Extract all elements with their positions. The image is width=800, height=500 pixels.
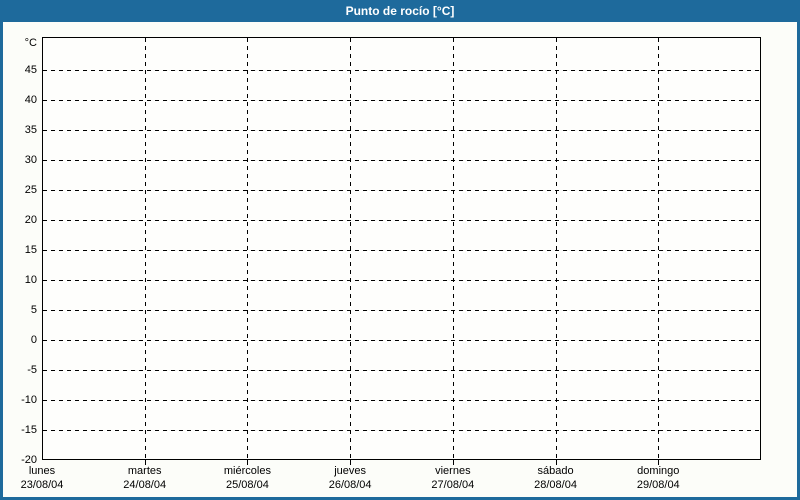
day-name-label: lunes	[28, 465, 56, 477]
day-name-label: jueves	[334, 465, 367, 477]
gridline-horizontal-0	[43, 340, 760, 341]
gridline-vertical-jueves	[350, 38, 352, 459]
y-axis-unit-label: °C	[24, 37, 37, 49]
gridline-horizontal-15	[43, 250, 760, 251]
gridline-vertical-martes	[144, 38, 146, 459]
x-axis-label-lunes: lunes 23/08/04	[0, 464, 87, 492]
x-axis-label-martes: martes 24/08/04	[100, 464, 190, 492]
gridline-horizontal-5	[43, 310, 760, 311]
y-tick-label-40: 40	[24, 94, 37, 106]
date-label: 28/08/04	[534, 479, 577, 491]
gridline-horizontal--5	[43, 370, 760, 371]
y-tick-label-35: 35	[24, 124, 37, 136]
day-name-label: miércoles	[223, 465, 271, 477]
y-tick-label-10: 10	[24, 274, 37, 286]
chart-title-bar: Punto de rocío [°C]	[0, 0, 800, 22]
gridline-horizontal--15	[43, 430, 760, 431]
y-tick-label-5: 5	[30, 304, 37, 316]
day-name-label: sábado	[537, 465, 574, 477]
gridline-horizontal-45	[43, 70, 760, 71]
y-tick-label-25: 25	[24, 184, 37, 196]
date-label: 29/08/04	[636, 479, 680, 491]
date-label: 27/08/04	[431, 479, 475, 491]
date-label: 26/08/04	[328, 479, 372, 491]
gridline-vertical-domingo	[658, 38, 660, 459]
day-name-label: martes	[127, 465, 162, 477]
gridline-vertical-miércoles	[247, 38, 249, 459]
gridline-horizontal-35	[43, 130, 760, 131]
gridline-horizontal-25	[43, 190, 760, 191]
x-axis-label-viernes: viernes 27/08/04	[408, 464, 498, 492]
y-tick-label--5: -5	[27, 364, 37, 376]
gridline-horizontal-30	[43, 160, 760, 161]
gridline-horizontal-40	[43, 100, 760, 101]
x-axis-label-sábado: sábado 28/08/04	[511, 464, 601, 492]
y-tick-label-30: 30	[24, 154, 37, 166]
x-axis-label-miércoles: miércoles 25/08/04	[202, 464, 292, 492]
dew-point-chart-panel: Punto de rocío [°C] °C 45 40 35 30 25 20 15 10 5…	[0, 0, 800, 500]
x-axis-label-domingo: domingo 29/08/04	[613, 464, 703, 492]
gridline-horizontal-20	[43, 220, 760, 221]
day-name-label: viernes	[435, 465, 471, 477]
y-tick-label-0: 0	[30, 334, 37, 346]
date-label: 24/08/04	[123, 479, 167, 491]
date-label: 23/08/04	[20, 479, 64, 491]
y-tick-label--10: -10	[21, 394, 37, 406]
y-tick-label-20: 20	[24, 214, 37, 226]
gridline-horizontal-10	[43, 280, 760, 281]
y-tick-label-45: 45	[24, 64, 37, 76]
y-tick-label-15: 15	[24, 244, 37, 256]
gridline-vertical-sábado	[555, 38, 557, 459]
gridline-vertical-viernes	[452, 38, 454, 459]
gridline-horizontal--10	[43, 400, 760, 401]
x-axis-label-jueves: jueves 26/08/04	[305, 464, 395, 492]
chart-title: Punto de rocío [°C]	[345, 4, 455, 18]
day-name-label: domingo	[637, 465, 680, 477]
date-label: 25/08/04	[226, 479, 269, 491]
y-tick-label--15: -15	[21, 424, 37, 436]
